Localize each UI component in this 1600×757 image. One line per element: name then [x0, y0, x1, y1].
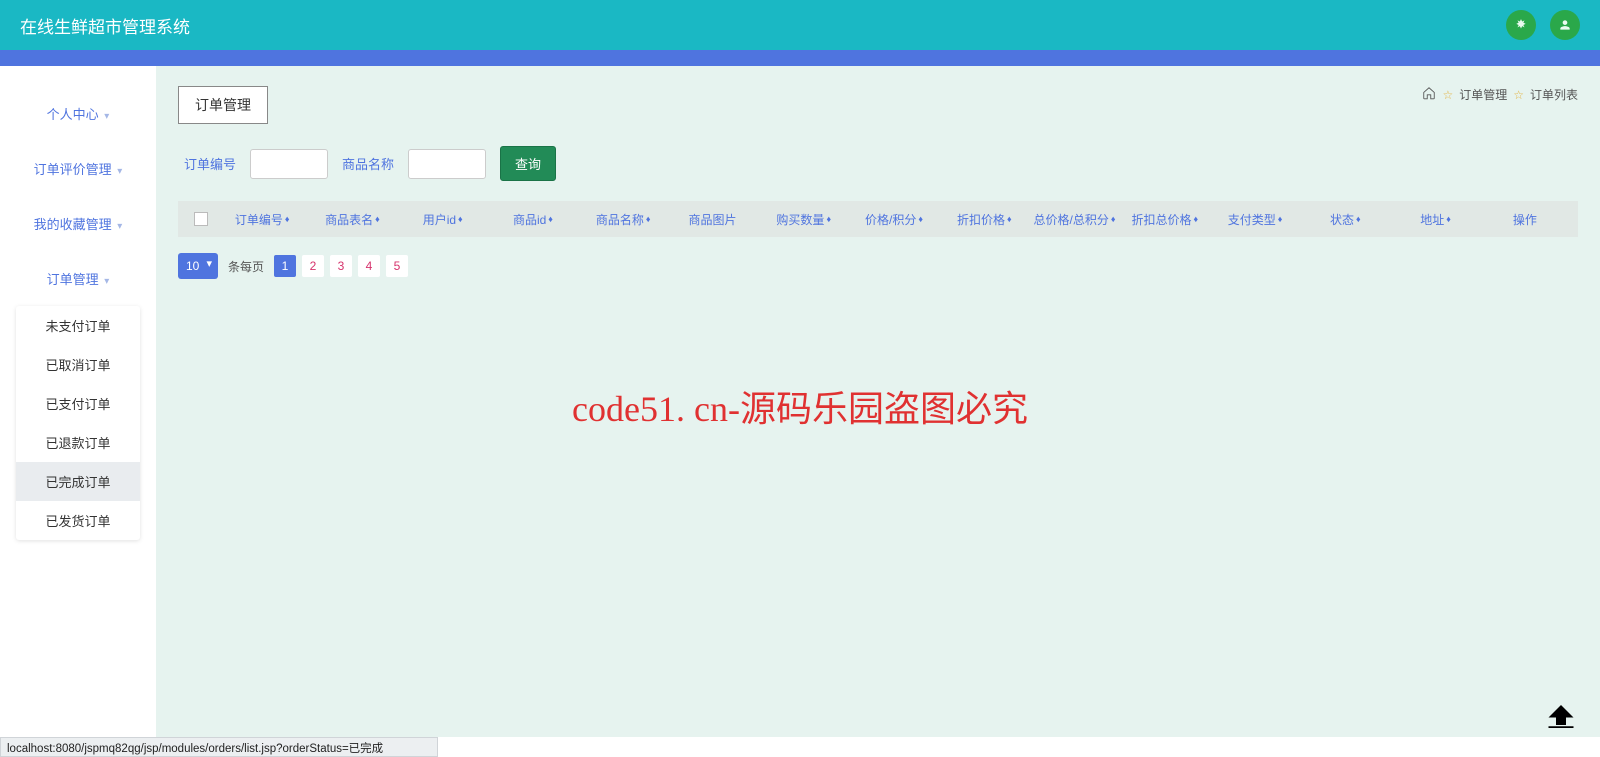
home-icon[interactable]: [1422, 86, 1436, 103]
blue-strip: [0, 50, 1600, 66]
chevron-down-icon: ▾: [104, 276, 109, 287]
th-price[interactable]: 价格/积分♦: [848, 211, 938, 228]
sidebar-item-label: 订单管理: [47, 272, 99, 287]
star-icon: ☆: [1513, 88, 1524, 102]
sort-icon: ♦: [1111, 214, 1114, 224]
th-action: 操作: [1480, 211, 1570, 228]
page-5[interactable]: 5: [386, 255, 408, 277]
sort-icon: ♦: [1356, 214, 1359, 224]
chevron-down-icon: ▾: [117, 166, 122, 177]
th-total[interactable]: 总价格/总积分♦: [1028, 211, 1118, 228]
th-pay-type[interactable]: 支付类型♦: [1209, 211, 1299, 228]
breadcrumb-mgmt[interactable]: 订单管理: [1459, 86, 1507, 103]
th-product-table[interactable]: 商品表名♦: [306, 211, 396, 228]
page-size-select[interactable]: 10: [178, 253, 218, 279]
breadcrumb: ☆ 订单管理 ☆ 订单列表: [1422, 86, 1578, 103]
search-product-label: 商品名称: [342, 154, 394, 173]
search-product-input[interactable]: [408, 149, 486, 179]
th-address[interactable]: 地址♦: [1389, 211, 1479, 228]
th-order-no[interactable]: 订单编号♦: [216, 211, 306, 228]
page-4[interactable]: 4: [358, 255, 380, 277]
th-user-id[interactable]: 用户id♦: [397, 211, 487, 228]
sidebar-item-label: 个人中心: [47, 107, 99, 122]
submenu-shipped[interactable]: 已发货订单: [16, 501, 140, 540]
topbar-actions: [1506, 0, 1580, 50]
sort-icon: ♦: [826, 214, 829, 224]
th-checkbox[interactable]: [186, 212, 216, 226]
sidebar-item-favorites[interactable]: 我的收藏管理 ▾: [0, 196, 156, 251]
sort-icon: ♦: [1007, 214, 1010, 224]
orders-submenu: 未支付订单 已取消订单 已支付订单 已退款订单 已完成订单 已发货订单: [16, 306, 140, 540]
topbar: 在线生鲜超市管理系统: [0, 0, 1600, 50]
submenu-cancelled[interactable]: 已取消订单: [16, 345, 140, 384]
submenu-refunded[interactable]: 已退款订单: [16, 423, 140, 462]
search-button[interactable]: 查询: [500, 146, 556, 181]
th-discount-price[interactable]: 折扣价格♦: [938, 211, 1028, 228]
th-product-name[interactable]: 商品名称♦: [577, 211, 667, 228]
sidebar-item-label: 订单评价管理: [34, 162, 112, 177]
sort-icon: ♦: [1446, 214, 1449, 224]
sidebar-item-label: 我的收藏管理: [34, 217, 112, 232]
page-size-wrap: 10: [178, 253, 218, 279]
main-layout: 个人中心 ▾ 订单评价管理 ▾ 我的收藏管理 ▾ 订单管理 ▾ 未支付订单 已取…: [0, 66, 1600, 737]
sidebar-item-orders[interactable]: 订单管理 ▾: [0, 251, 156, 306]
checkbox-icon[interactable]: [194, 212, 208, 226]
search-order-input[interactable]: [250, 149, 328, 179]
sort-icon: ♦: [285, 214, 288, 224]
app-title: 在线生鲜超市管理系统: [20, 13, 190, 38]
search-order-label: 订单编号: [184, 154, 236, 173]
sort-icon: ♦: [918, 214, 921, 224]
chevron-down-icon: ▾: [104, 111, 109, 122]
sort-icon: ♦: [375, 214, 378, 224]
submenu-completed[interactable]: 已完成订单: [16, 462, 140, 501]
submenu-paid[interactable]: 已支付订单: [16, 384, 140, 423]
sidebar-item-profile[interactable]: 个人中心 ▾: [0, 86, 156, 141]
star-icon: ☆: [1442, 88, 1453, 102]
chevron-down-icon: ▾: [117, 221, 122, 232]
table-head: 订单编号♦ 商品表名♦ 用户id♦ 商品id♦ 商品名称♦ 商品图片 购买数量♦…: [178, 201, 1578, 237]
sidebar: 个人中心 ▾ 订单评价管理 ▾ 我的收藏管理 ▾ 订单管理 ▾ 未支付订单 已取…: [0, 66, 156, 737]
th-product-id[interactable]: 商品id♦: [487, 211, 577, 228]
scroll-top-button[interactable]: [1546, 702, 1576, 731]
user-icon[interactable]: [1550, 10, 1580, 40]
sort-icon: ♦: [1278, 214, 1281, 224]
sort-icon: ♦: [646, 214, 649, 224]
th-qty[interactable]: 购买数量♦: [758, 211, 848, 228]
sort-icon: ♦: [1194, 214, 1197, 224]
status-bar: localhost:8080/jspmq82qg/jsp/modules/ord…: [0, 737, 438, 757]
pagination: 10 条每页 1 2 3 4 5: [178, 253, 1578, 279]
breadcrumb-list[interactable]: 订单列表: [1530, 86, 1578, 103]
sort-icon: ♦: [458, 214, 461, 224]
tools-icon[interactable]: [1506, 10, 1536, 40]
per-page-label: 条每页: [228, 258, 264, 275]
search-row: 订单编号 商品名称 查询: [178, 146, 1578, 181]
th-discount-total[interactable]: 折扣总价格♦: [1119, 211, 1209, 228]
page-2[interactable]: 2: [302, 255, 324, 277]
sidebar-item-review[interactable]: 订单评价管理 ▾: [0, 141, 156, 196]
page-3[interactable]: 3: [330, 255, 352, 277]
submenu-unpaid[interactable]: 未支付订单: [16, 306, 140, 345]
content: 订单管理 ☆ 订单管理 ☆ 订单列表 订单编号 商品名称 查询 订单编号♦: [156, 66, 1600, 737]
panel-header: 订单管理 ☆ 订单管理 ☆ 订单列表: [178, 86, 1578, 124]
panel-title-button[interactable]: 订单管理: [178, 86, 268, 124]
sort-icon: ♦: [548, 214, 551, 224]
data-table: 订单编号♦ 商品表名♦ 用户id♦ 商品id♦ 商品名称♦ 商品图片 购买数量♦…: [178, 201, 1578, 237]
th-product-image: 商品图片: [667, 211, 757, 228]
page-1[interactable]: 1: [274, 255, 296, 277]
th-status[interactable]: 状态♦: [1299, 211, 1389, 228]
